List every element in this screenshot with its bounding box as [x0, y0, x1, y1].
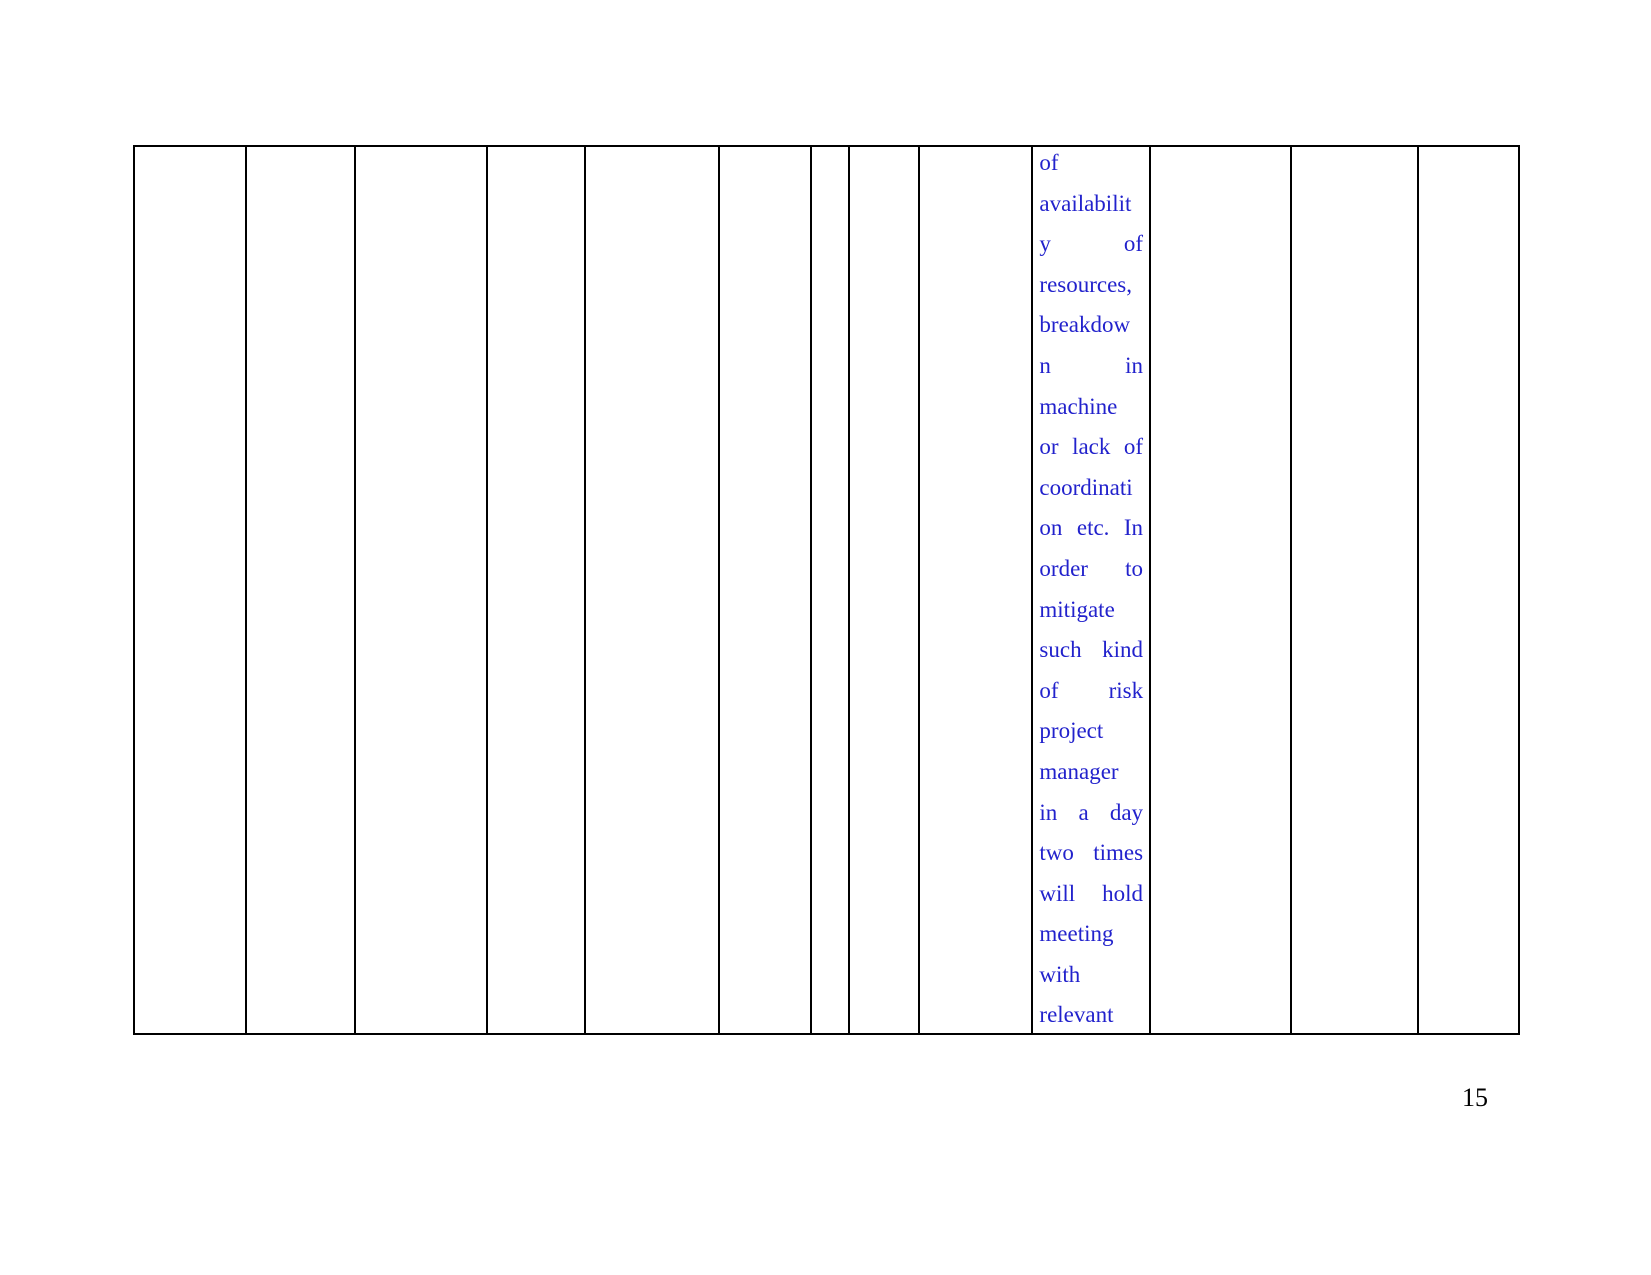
table-cell-col-7: [812, 147, 850, 1033]
text-line: relevant: [1039, 1002, 1114, 1028]
text-line: resources,: [1039, 271, 1133, 297]
text-line: of: [1039, 150, 1059, 175]
table-cell-col-9: [920, 147, 1034, 1033]
document-page: of availabilit y of resources, breakdow n in mac…: [0, 0, 1651, 1275]
table-cell-col-6: [720, 147, 813, 1033]
table-cell-col-2: [247, 147, 357, 1033]
text-line: mitigate: [1039, 596, 1115, 622]
table-cell-col-1: [135, 147, 247, 1033]
text-line: manager: [1039, 758, 1119, 784]
page-number: 15: [1462, 1083, 1488, 1112]
risk-mitigation-text: of availabilit y of resources, breakdow n in mac…: [1039, 147, 1143, 1033]
table-cell-risk-mitigation: of availabilit y of resources, breakdow n in mac…: [1033, 147, 1152, 1033]
text-line: in a day: [1039, 799, 1144, 825]
text-line: with: [1039, 961, 1081, 987]
table-cell-col-5: [586, 147, 721, 1033]
text-line: or lack of: [1039, 434, 1144, 460]
text-line: n in: [1039, 352, 1144, 378]
table-row: of availabilit y of resources, breakdow n in mac…: [135, 147, 1518, 1033]
text-line: of risk: [1039, 677, 1144, 703]
text-line: such kind: [1039, 637, 1144, 663]
text-line: order to: [1039, 555, 1144, 581]
text-line: machine: [1039, 393, 1118, 419]
table-cell-col-13: [1419, 147, 1518, 1033]
text-line: y of: [1039, 231, 1144, 257]
data-table: of availabilit y of resources, breakdow n in mac…: [133, 145, 1520, 1035]
text-line: breakdow: [1039, 312, 1131, 338]
text-line: will hold: [1039, 880, 1144, 906]
text-line: coordinati: [1039, 474, 1133, 500]
table-cell-col-4: [488, 147, 586, 1033]
text-line: meeting: [1039, 921, 1114, 947]
table-cell-col-8: [850, 147, 920, 1033]
table-cell-col-11: [1151, 147, 1292, 1033]
table-cell-col-12: [1292, 147, 1420, 1033]
text-line: project: [1039, 718, 1104, 744]
text-line: two times: [1039, 840, 1144, 866]
text-line: availabilit: [1039, 190, 1132, 216]
text-line: on etc. In: [1039, 515, 1144, 541]
table-cell-col-3: [356, 147, 488, 1033]
